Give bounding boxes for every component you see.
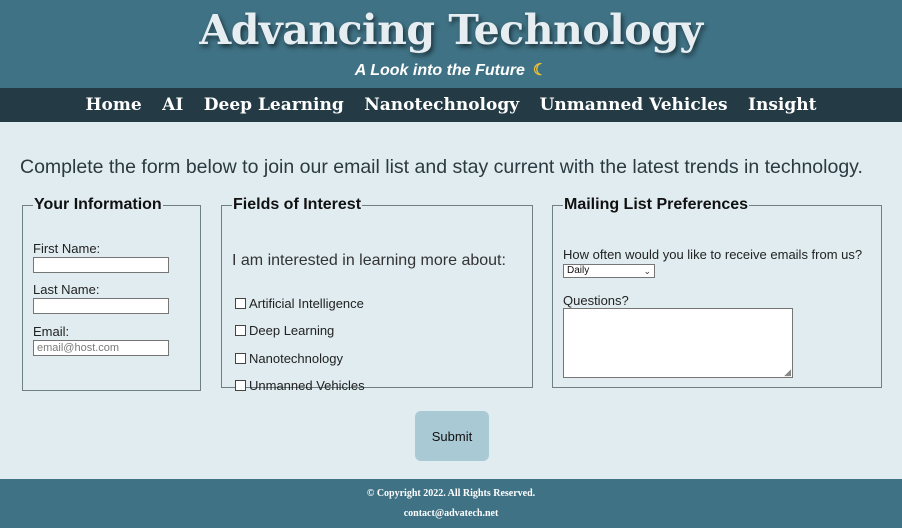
frequency-label: How often would you like to receive emai… — [563, 247, 863, 262]
last-name-label: Last Name: — [33, 282, 100, 297]
checkbox[interactable] — [235, 298, 246, 309]
mailing-preferences-fieldset: Mailing List Preferences How often would… — [552, 196, 882, 388]
nav-nanotechnology[interactable]: Nanotechnology — [364, 88, 519, 122]
checkbox[interactable] — [235, 380, 246, 391]
checkbox[interactable] — [235, 353, 246, 364]
site-title: Advancing Technology — [199, 6, 703, 54]
copyright-text: © Copyright 2022. All Rights Reserved. — [366, 488, 536, 499]
frequency-select[interactable]: Daily ⌄ — [563, 264, 655, 278]
interest-option-unmanned-vehicles[interactable]: Unmanned Vehicles — [235, 378, 365, 393]
nav-ai[interactable]: AI — [162, 88, 183, 122]
nav-deep-learning[interactable]: Deep Learning — [204, 88, 344, 122]
interest-option-ai[interactable]: Artificial Intelligence — [235, 296, 364, 311]
chevron-down-icon: ⌄ — [643, 266, 651, 276]
your-information-fieldset: Your Information First Name: Last Name: … — [22, 196, 201, 391]
interest-lead-text: I am interested in learning more about: — [232, 252, 506, 269]
resize-handle-icon[interactable]: ◢ — [784, 368, 791, 377]
checkbox[interactable] — [235, 325, 246, 336]
site-footer: © Copyright 2022. All Rights Reserved. c… — [0, 479, 902, 528]
your-information-legend: Your Information — [34, 196, 162, 213]
nav-insight[interactable]: Insight — [748, 88, 816, 122]
contact-email: contact@advatech.net — [403, 508, 499, 519]
interest-option-label: Nanotechnology — [249, 351, 343, 366]
fields-of-interest-fieldset: Fields of Interest I am interested in le… — [221, 196, 533, 393]
interest-option-label: Unmanned Vehicles — [249, 378, 365, 393]
first-name-label: First Name: — [33, 241, 101, 256]
mailing-preferences-legend: Mailing List Preferences — [564, 196, 749, 213]
main-nav: Home AI Deep Learning Nanotechnology Unm… — [0, 88, 902, 122]
interest-option-deep-learning[interactable]: Deep Learning — [235, 323, 334, 338]
nav-unmanned-vehicles[interactable]: Unmanned Vehicles — [540, 88, 728, 122]
email-input[interactable] — [33, 340, 169, 356]
frequency-selected-value: Daily — [567, 265, 590, 276]
site-tagline: A Look into the Future ☾ — [0, 60, 902, 80]
interest-option-label: Deep Learning — [249, 323, 335, 338]
submit-button[interactable]: Submit — [415, 411, 489, 461]
form-intro: Complete the form below to join our emai… — [20, 156, 863, 178]
questions-textarea[interactable]: ◢ — [563, 308, 793, 378]
site-header: Advancing Technology A Look into the Fut… — [0, 0, 902, 88]
questions-label: Questions? — [563, 293, 629, 308]
tagline-text: A Look into the Future — [354, 62, 525, 79]
email-label: Email: — [33, 324, 70, 339]
first-name-input[interactable] — [33, 257, 169, 273]
fields-of-interest-legend: Fields of Interest — [233, 196, 362, 213]
last-name-input[interactable] — [33, 298, 169, 314]
nav-home[interactable]: Home — [86, 88, 142, 122]
interest-option-label: Artificial Intelligence — [249, 296, 364, 311]
crescent-moon-icon: ☾ — [532, 62, 548, 79]
interest-option-nanotechnology[interactable]: Nanotechnology — [235, 351, 343, 366]
